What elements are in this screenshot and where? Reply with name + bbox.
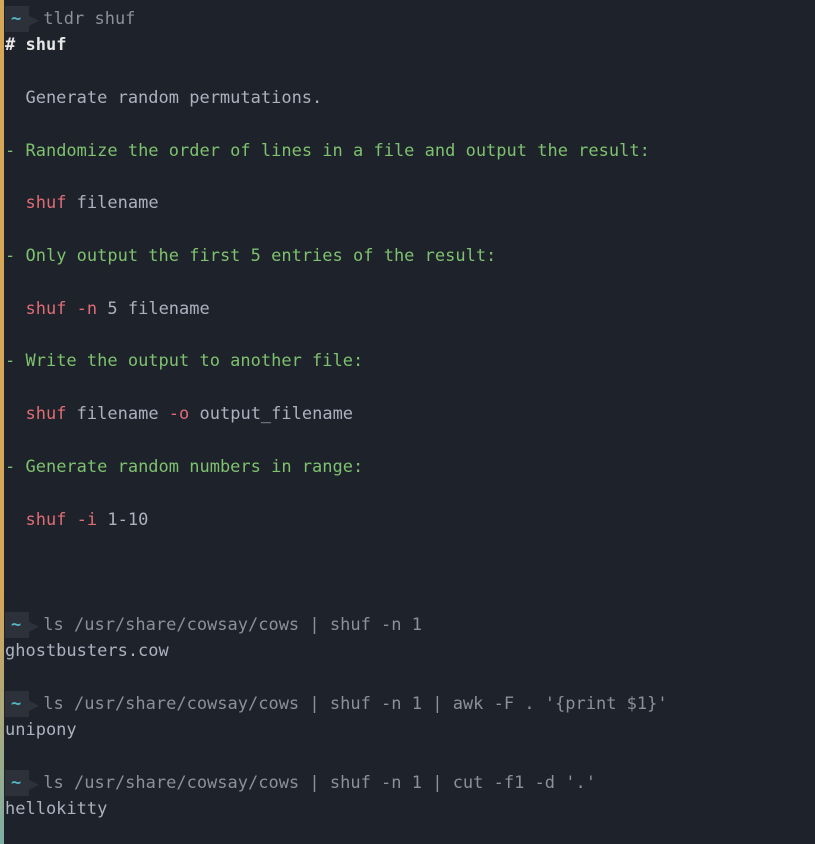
- tldr-example-desc: - Write the output to another file:: [0, 348, 815, 374]
- command-text: ls /usr/share/cowsay/cows | shuf -n 1: [43, 612, 422, 638]
- tldr-example-desc: - Randomize the order of lines in a file…: [0, 138, 815, 164]
- prompt-line[interactable]: ~▶ ls /usr/share/cowsay/cows | shuf -n 1: [0, 612, 815, 638]
- prompt-line[interactable]: ~▶ ls /usr/share/cowsay/cows | shuf -n 1…: [0, 770, 815, 796]
- prompt-line[interactable]: ~▶ ls /usr/share/cowsay/cows | shuf -n 1…: [0, 691, 815, 717]
- output-line: ghostbusters.cow: [0, 638, 815, 664]
- prompt-tilde: ~: [5, 6, 29, 32]
- output-line: unipony: [0, 717, 815, 743]
- tldr-description: Generate random permutations.: [0, 85, 815, 111]
- command-text: ls /usr/share/cowsay/cows | shuf -n 1 | …: [43, 691, 667, 717]
- tldr-example-desc: - Only output the first 5 entries of the…: [0, 243, 815, 269]
- prompt-tilde: ~: [5, 770, 29, 796]
- prompt-line[interactable]: ~▶ tldr shuf: [0, 6, 815, 32]
- command-text: tldr shuf: [43, 6, 135, 32]
- tldr-example-cmd: shuf filename -o output_filename: [0, 401, 815, 427]
- prompt-tilde: ~: [5, 612, 29, 638]
- tldr-header: # shuf: [0, 32, 815, 58]
- tldr-example-cmd: shuf filename: [0, 190, 815, 216]
- tldr-example-cmd: shuf -n 5 filename: [0, 296, 815, 322]
- prompt-tilde: ~: [5, 691, 29, 717]
- tldr-example-desc: - Generate random numbers in range:: [0, 454, 815, 480]
- command-text: ls /usr/share/cowsay/cows | shuf -n 1 | …: [43, 770, 596, 796]
- output-line: hellokitty: [0, 796, 815, 822]
- tldr-example-cmd: shuf -i 1-10: [0, 507, 815, 533]
